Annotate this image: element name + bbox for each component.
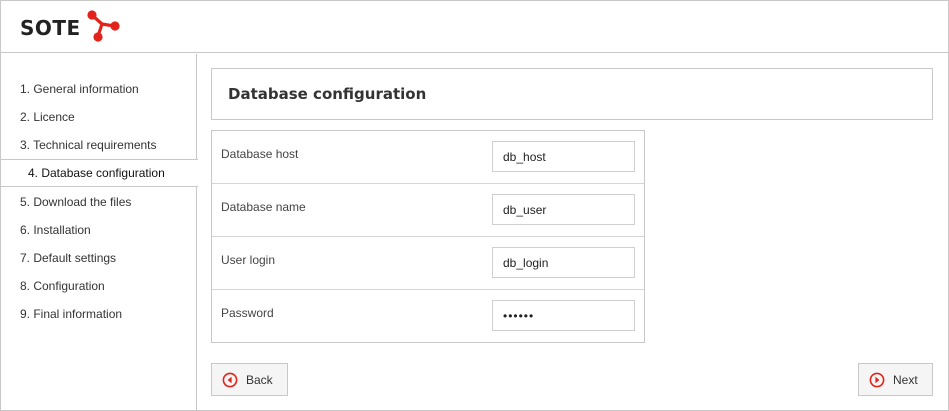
step-installation[interactable]: 6. Installation [1, 216, 197, 244]
step-download-the-files[interactable]: 5. Download the files [1, 188, 197, 216]
step-general-information[interactable]: 1. General information [1, 75, 197, 103]
form-row-user-login: User login [212, 237, 644, 290]
password-label: Password [221, 306, 274, 320]
title-box: Database configuration [211, 68, 933, 120]
database-host-label: Database host [221, 147, 299, 161]
step-final-information[interactable]: 9. Final information [1, 300, 197, 328]
logo: SOTE [20, 10, 122, 42]
form-row-database-name: Database name [212, 184, 644, 237]
header: SOTE [1, 1, 948, 53]
back-button[interactable]: Back [211, 363, 288, 396]
step-default-settings[interactable]: 7. Default settings [1, 244, 197, 272]
back-button-label: Back [246, 372, 273, 387]
brand-name: SOTE [20, 16, 81, 40]
installer-window: SOTE 1. General information 2. Licence 3… [0, 0, 949, 411]
database-form: Database host Database name User login P… [211, 130, 645, 343]
back-arrow-icon [222, 372, 238, 387]
step-database-configuration[interactable]: 4. Database configuration [1, 159, 198, 187]
steps-sidebar: 1. General information 2. Licence 3. Tec… [1, 54, 198, 410]
password-input[interactable] [492, 300, 635, 331]
next-button-label: Next [893, 372, 918, 387]
user-login-input[interactable] [492, 247, 635, 278]
form-row-password: Password [212, 290, 644, 343]
database-name-label: Database name [221, 200, 306, 214]
user-login-label: User login [221, 253, 276, 267]
step-technical-requirements[interactable]: 3. Technical requirements [1, 131, 197, 159]
page-title: Database configuration [228, 85, 427, 103]
logo-mark-icon [87, 10, 120, 42]
step-configuration[interactable]: 8. Configuration [1, 272, 197, 300]
step-licence[interactable]: 2. Licence [1, 103, 197, 131]
form-row-database-host: Database host [212, 131, 644, 184]
main-panel: Database configuration Database host Dat… [198, 54, 948, 410]
database-host-input[interactable] [492, 141, 635, 172]
next-arrow-icon [869, 372, 885, 387]
database-name-input[interactable] [492, 194, 635, 225]
next-button[interactable]: Next [858, 363, 933, 396]
